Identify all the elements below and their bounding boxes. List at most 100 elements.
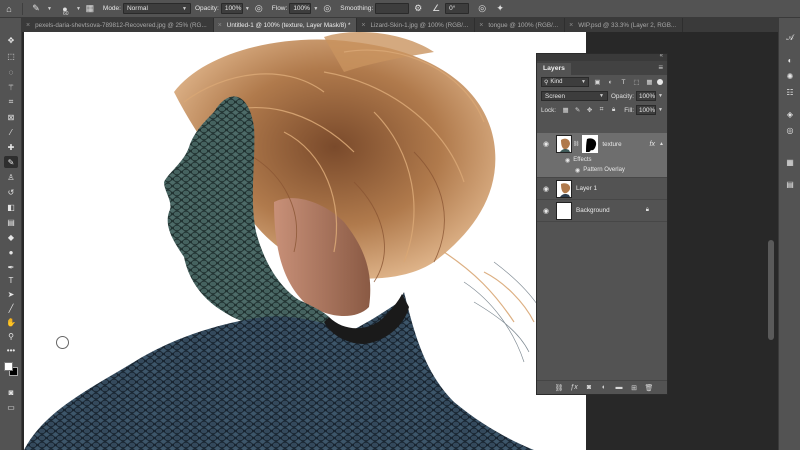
type-icon[interactable]: T bbox=[4, 274, 18, 286]
adjustment-layer-icon[interactable]: ◐ bbox=[598, 383, 610, 393]
paths-icon[interactable]: ▦ bbox=[783, 156, 797, 168]
foreground-color-swatch[interactable] bbox=[4, 362, 13, 371]
filter-type-icon[interactable]: T bbox=[619, 78, 628, 87]
blur-icon[interactable]: ◆ bbox=[4, 231, 18, 243]
layer-name[interactable]: texture bbox=[602, 141, 621, 148]
lock-all-icon[interactable]: 🔒︎ bbox=[609, 106, 618, 115]
layer-thumbnail[interactable] bbox=[556, 179, 572, 198]
blend-mode-select[interactable]: Screen ▼ bbox=[541, 91, 608, 101]
properties-icon[interactable]: ☷ bbox=[783, 86, 797, 98]
chevron-down-icon[interactable]: ▼ bbox=[47, 6, 52, 12]
link-icon[interactable]: ⛓ bbox=[573, 141, 579, 147]
brush-settings-icon[interactable]: ▦ bbox=[83, 2, 97, 16]
layer-mask-thumbnail[interactable] bbox=[582, 135, 599, 153]
layer-thumbnail[interactable] bbox=[556, 135, 572, 153]
lasso-icon[interactable]: ◌ bbox=[4, 66, 18, 78]
filter-adjustment-icon[interactable]: ◐ bbox=[606, 78, 615, 87]
frame-icon[interactable]: ⊠ bbox=[4, 111, 18, 123]
sun-icon[interactable]: ✺ bbox=[783, 70, 797, 82]
eye-icon[interactable]: ◉ bbox=[541, 140, 551, 148]
brush-tool-preset-icon[interactable]: ✎ bbox=[29, 2, 43, 16]
chevron-up-icon[interactable]: ▲ bbox=[659, 141, 664, 147]
lock-artboard-icon[interactable]: ⌗ bbox=[597, 106, 606, 115]
layer-texture[interactable]: ◉ ⛓ texture fx ▲ bbox=[537, 133, 667, 155]
tab-document[interactable]: × tongue @ 100% (RGB/... bbox=[475, 18, 566, 32]
tab-document[interactable]: × pexels-daria-shevtsova-789812-Recovere… bbox=[22, 18, 214, 32]
eye-icon[interactable]: ◉ bbox=[541, 185, 551, 193]
layer-name[interactable]: Layer 1 bbox=[576, 185, 597, 192]
magic-wand-icon[interactable]: ⚚ bbox=[4, 81, 18, 93]
airbrush-icon[interactable]: ◎ bbox=[320, 2, 334, 16]
path-select-icon[interactable]: ➤ bbox=[4, 288, 18, 300]
effects-row[interactable]: ◉ Effects bbox=[537, 155, 667, 165]
eraser-icon[interactable]: ◧ bbox=[4, 201, 18, 213]
smoothing-field[interactable] bbox=[375, 3, 410, 14]
filter-kind-select[interactable]: ⚲ Kind ▼ bbox=[541, 77, 589, 87]
chevron-down-icon[interactable]: ▼ bbox=[76, 6, 81, 12]
layer-opacity-field[interactable]: 100% bbox=[636, 91, 657, 101]
new-group-icon[interactable]: ▬ bbox=[613, 383, 625, 393]
layers-icon[interactable]: ◈ bbox=[783, 108, 797, 120]
close-icon[interactable]: × bbox=[26, 22, 30, 29]
tab-document[interactable]: × Lizard-Skin-1.jpg @ 100% (RGB/... bbox=[357, 18, 476, 32]
filter-shape-icon[interactable]: ⬚ bbox=[632, 78, 641, 87]
adjustments-icon[interactable]: ◐ bbox=[783, 54, 797, 66]
mode-select[interactable]: Normal ▼ bbox=[122, 3, 191, 14]
pressure-opacity-icon[interactable]: ◎ bbox=[252, 2, 266, 16]
chevron-down-icon[interactable]: ▼ bbox=[245, 6, 250, 12]
gradient-icon[interactable]: ▤ bbox=[4, 216, 18, 228]
character-icon[interactable]: 𝒜 bbox=[783, 32, 797, 44]
filter-smart-object-icon[interactable]: ▦ bbox=[645, 78, 654, 87]
chevron-down-icon[interactable]: ▼ bbox=[313, 6, 318, 12]
crop-icon[interactable]: ⌗ bbox=[4, 96, 18, 108]
fx-icon[interactable]: fx bbox=[650, 141, 655, 148]
angle-icon[interactable]: ∠ bbox=[429, 2, 443, 16]
brush-icon[interactable]: ✎ bbox=[4, 156, 18, 168]
layer-thumbnail[interactable] bbox=[556, 201, 572, 220]
document-canvas[interactable] bbox=[24, 32, 586, 450]
filter-pixel-icon[interactable]: ▣ bbox=[593, 78, 602, 87]
channels-icon[interactable]: ◎ bbox=[783, 124, 797, 136]
close-icon[interactable]: × bbox=[361, 22, 365, 29]
link-layers-icon[interactable]: ⛓ bbox=[553, 383, 565, 393]
gear-icon[interactable]: ⚙ bbox=[411, 2, 425, 16]
tab-layers[interactable]: Layers bbox=[537, 63, 571, 75]
layer-1[interactable]: ◉ Layer 1 bbox=[537, 178, 667, 200]
close-icon[interactable]: × bbox=[479, 22, 483, 29]
lock-image-icon[interactable]: ✎ bbox=[573, 106, 582, 115]
hand-icon[interactable]: ✋ bbox=[4, 316, 18, 328]
healing-icon[interactable]: ✚ bbox=[4, 141, 18, 153]
history-brush-icon[interactable]: ↺ bbox=[4, 186, 18, 198]
layer-name[interactable]: Background bbox=[576, 207, 610, 214]
foreground-background-swatch[interactable] bbox=[4, 362, 18, 376]
lock-transparent-icon[interactable]: ▦ bbox=[561, 106, 570, 115]
more-icon[interactable]: ••• bbox=[4, 344, 18, 356]
move-icon[interactable]: ✥ bbox=[4, 34, 18, 46]
history-icon[interactable]: ▤ bbox=[783, 178, 797, 190]
screen-mode-icon[interactable]: ▭ bbox=[4, 401, 18, 413]
eye-icon[interactable]: ◉ bbox=[541, 207, 551, 215]
home-icon[interactable]: ⌂ bbox=[2, 2, 16, 16]
eye-icon[interactable]: ◉ bbox=[565, 157, 570, 164]
flow-field[interactable]: 100% bbox=[289, 3, 312, 14]
pressure-size-icon[interactable]: ◎ bbox=[475, 2, 489, 16]
new-layer-icon[interactable]: ⊞ bbox=[628, 383, 640, 393]
tab-document-active[interactable]: × Untitled-1 @ 100% (texture, Layer Mask… bbox=[213, 18, 358, 32]
layer-background[interactable]: ◉ Background 🔒︎ bbox=[537, 200, 667, 222]
collapse-icon[interactable]: « bbox=[660, 53, 663, 59]
angle-field[interactable]: 0° bbox=[445, 3, 470, 14]
vertical-scrollbar[interactable] bbox=[768, 240, 774, 340]
trash-icon[interactable]: 🗑︎ bbox=[643, 383, 655, 393]
panel-menu-icon[interactable]: ≡ bbox=[658, 63, 663, 72]
eyedropper-icon[interactable]: ⁄ bbox=[4, 126, 18, 138]
add-mask-icon[interactable]: ◙ bbox=[583, 383, 595, 393]
lock-position-icon[interactable]: ✥ bbox=[585, 106, 594, 115]
fill-field[interactable]: 100% bbox=[636, 105, 657, 115]
line-icon[interactable]: ╱ bbox=[4, 302, 18, 314]
pen-icon[interactable]: ✒ bbox=[4, 261, 18, 273]
symmetry-icon[interactable]: ✦ bbox=[493, 2, 507, 16]
fx-icon[interactable]: ƒx bbox=[568, 383, 580, 393]
dodge-icon[interactable]: ● bbox=[4, 246, 18, 258]
marquee-icon[interactable]: ⬚ bbox=[4, 50, 18, 62]
opacity-field[interactable]: 100% bbox=[220, 3, 243, 14]
